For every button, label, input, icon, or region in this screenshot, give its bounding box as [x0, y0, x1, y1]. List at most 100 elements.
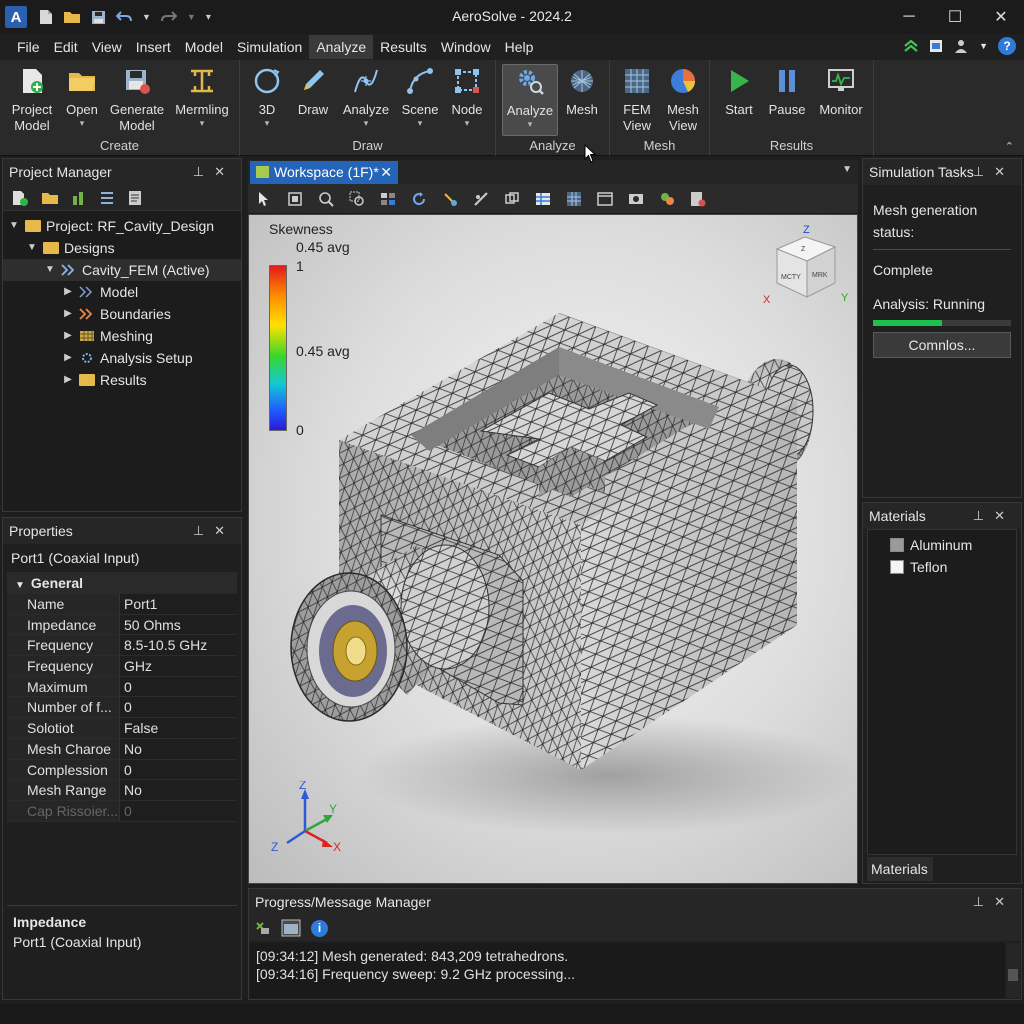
- collapse-ribbon-caret-icon[interactable]: ⌃: [1005, 140, 1014, 153]
- material-item-aluminum[interactable]: Aluminum: [868, 534, 1016, 556]
- project-model-button[interactable]: Project Model: [4, 64, 60, 134]
- undo-icon[interactable]: [116, 10, 132, 24]
- chevron-down-icon[interactable]: ▼: [25, 237, 39, 259]
- scrollbar-thumb[interactable]: [1008, 969, 1018, 981]
- property-row[interactable]: Impedance 50 Ohms: [7, 614, 237, 636]
- pause-button[interactable]: Pause: [762, 64, 812, 134]
- draw-button[interactable]: Draw: [288, 64, 338, 134]
- select-cursor-icon[interactable]: [256, 191, 272, 207]
- save-icon[interactable]: [91, 10, 106, 25]
- settings-layers-icon[interactable]: [659, 191, 675, 207]
- refresh-icon[interactable]: [411, 191, 427, 207]
- maximize-button[interactable]: ☐: [932, 0, 978, 34]
- menu-file[interactable]: File: [10, 35, 47, 59]
- panel-pin-close-icons[interactable]: ⊥✕: [193, 518, 235, 544]
- menu-insert[interactable]: Insert: [129, 35, 178, 59]
- grid-view-icon[interactable]: [566, 191, 582, 207]
- message-scrollbar[interactable]: [1006, 943, 1020, 998]
- customize-icon[interactable]: ▾: [206, 12, 211, 23]
- open-project-icon[interactable]: [41, 191, 59, 205]
- info-icon[interactable]: i: [311, 919, 328, 937]
- probe-icon[interactable]: [442, 191, 458, 207]
- tree-node-analysis-setup[interactable]: ▶ Analysis Setup: [3, 347, 241, 369]
- tree-node-designs[interactable]: ▼ Designs: [3, 237, 241, 259]
- analyze-button[interactable]: Analyze ▾: [502, 64, 558, 136]
- panel-pin-close-icons[interactable]: ⊥✕: [973, 889, 1015, 915]
- menu-simulation[interactable]: Simulation: [230, 35, 309, 59]
- undo-dropdown-icon[interactable]: ▼: [142, 12, 151, 22]
- account-dropdown-icon[interactable]: ▼: [979, 41, 988, 51]
- view-cube[interactable]: Z MCTY MRK Z X Y: [757, 219, 857, 319]
- close-button[interactable]: ✕: [978, 0, 1024, 34]
- analyze-draw-button[interactable]: Analyze ▾: [336, 64, 396, 134]
- list-view-icon[interactable]: [99, 190, 115, 206]
- task-action-button[interactable]: Comnlos...: [873, 332, 1011, 358]
- chevron-right-icon[interactable]: ▶: [61, 325, 75, 347]
- minimize-button[interactable]: ─: [886, 0, 932, 34]
- chevron-right-icon[interactable]: ▶: [61, 347, 75, 369]
- message-window-icon[interactable]: [281, 919, 301, 937]
- 3d-button[interactable]: 3D ▾: [242, 64, 292, 134]
- collapse-ribbon-icon[interactable]: [903, 39, 919, 53]
- property-row[interactable]: Maximum 0: [7, 676, 237, 698]
- menu-results[interactable]: Results: [373, 35, 434, 59]
- menu-analyze[interactable]: Analyze: [309, 35, 374, 59]
- menu-window[interactable]: Window: [434, 35, 498, 59]
- screenshot-icon[interactable]: [628, 191, 644, 207]
- redo-icon[interactable]: [160, 10, 177, 24]
- property-row[interactable]: Mesh Charoe No: [7, 738, 237, 760]
- view-orientation-icon[interactable]: [380, 191, 396, 207]
- menu-view[interactable]: View: [85, 35, 129, 59]
- tab-list-dropdown-icon[interactable]: ▼: [842, 164, 852, 175]
- 3d-viewport[interactable]: Skewness 0.45 avg 1 0.45 avg 0 Z MCTY MR…: [248, 214, 858, 884]
- menu-help[interactable]: Help: [498, 35, 541, 59]
- new-file-icon[interactable]: [39, 9, 53, 25]
- tree-node-project[interactable]: ▼ Project: RF_Cavity_Design: [3, 215, 241, 237]
- property-group-general[interactable]: ▼ General: [7, 572, 237, 594]
- redo-dropdown-icon[interactable]: ▼: [187, 12, 196, 22]
- tree-node-model[interactable]: ▶ Model: [3, 281, 241, 303]
- panel-pin-close-icons[interactable]: ⊥✕: [193, 159, 235, 185]
- menu-model[interactable]: Model: [178, 35, 230, 59]
- tree-node-results[interactable]: ▶ Results: [3, 369, 241, 391]
- material-item-teflon[interactable]: Teflon: [868, 556, 1016, 578]
- open-button[interactable]: Open ▾: [58, 64, 106, 134]
- mesh-view-button[interactable]: Mesh View: [658, 64, 708, 134]
- mermling-button[interactable]: Mermling ▾: [170, 64, 234, 134]
- panel-pin-close-icons[interactable]: ⊥✕: [973, 159, 1015, 185]
- tree-node-cavity-fem[interactable]: ▼ Cavity_FEM (Active): [3, 259, 241, 281]
- measure-icon[interactable]: [473, 191, 489, 207]
- chevron-down-icon[interactable]: ▼: [43, 259, 57, 281]
- property-row[interactable]: Number of f... 0: [7, 697, 237, 719]
- node-button[interactable]: Node ▾: [442, 64, 492, 134]
- menu-edit[interactable]: Edit: [47, 35, 85, 59]
- chevron-right-icon[interactable]: ▶: [61, 281, 75, 303]
- scene-button[interactable]: Scene ▾: [394, 64, 446, 134]
- chevron-right-icon[interactable]: ▶: [61, 369, 75, 391]
- start-button[interactable]: Start: [714, 64, 764, 134]
- account-icon[interactable]: [953, 38, 969, 54]
- chevron-right-icon[interactable]: ▶: [61, 303, 75, 325]
- zoom-icon[interactable]: [318, 191, 334, 207]
- fit-view-icon[interactable]: [287, 191, 303, 207]
- tree-node-meshing[interactable]: ▶ Meshing: [3, 325, 241, 347]
- chevron-down-icon[interactable]: ▼: [15, 580, 25, 591]
- zoom-window-icon[interactable]: [349, 191, 365, 207]
- property-row[interactable]: Frequency 8.5-10.5 GHz: [7, 635, 237, 657]
- add-design-icon[interactable]: [71, 190, 87, 206]
- chevron-down-icon[interactable]: ▼: [7, 215, 21, 237]
- new-project-icon[interactable]: [11, 190, 29, 206]
- monitor-button[interactable]: Monitor: [812, 64, 870, 134]
- window-view-icon[interactable]: [597, 191, 613, 207]
- clip-plane-icon[interactable]: [504, 191, 520, 207]
- help-icon[interactable]: ?: [998, 37, 1016, 55]
- generate-model-button[interactable]: Generate Model: [106, 64, 168, 134]
- window-layout-icon[interactable]: [929, 39, 943, 53]
- tree-node-boundaries[interactable]: ▶ Boundaries: [3, 303, 241, 325]
- tab-workspace[interactable]: Workspace (1F)* ✕: [250, 161, 398, 184]
- mesh-button[interactable]: Mesh: [556, 64, 608, 134]
- tab-materials[interactable]: Materials: [867, 857, 933, 881]
- property-row[interactable]: Mesh Range No: [7, 780, 237, 801]
- message-filter-icon[interactable]: [255, 920, 271, 936]
- fem-view-button[interactable]: FEM View: [612, 64, 662, 134]
